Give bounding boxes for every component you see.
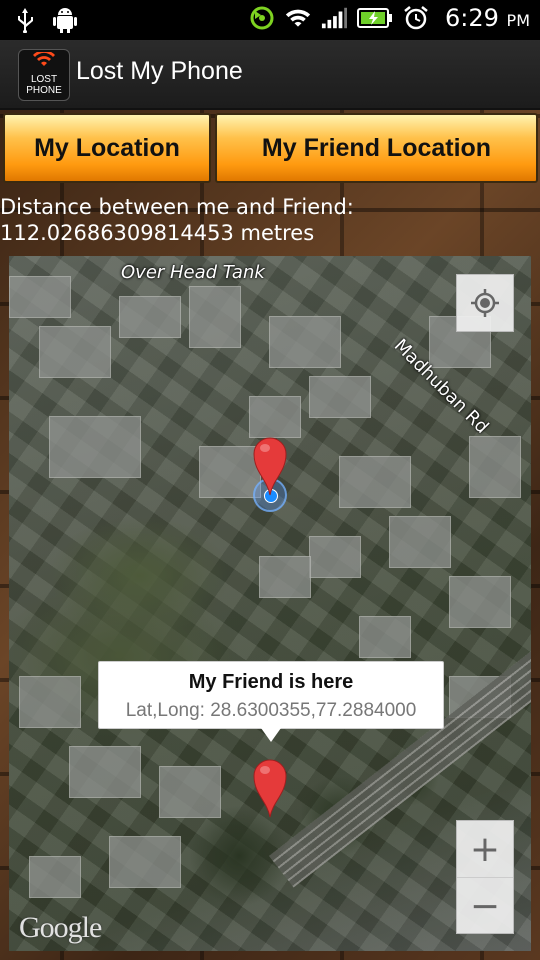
zoom-controls: + − bbox=[456, 820, 514, 934]
building bbox=[309, 376, 371, 418]
signal-icon bbox=[321, 4, 347, 32]
building bbox=[259, 556, 311, 598]
building bbox=[109, 836, 181, 888]
building bbox=[159, 766, 221, 818]
distance-label: Distance between me and Friend: bbox=[0, 195, 354, 219]
action-bar: LOST PHONE Lost My Phone bbox=[0, 40, 540, 110]
distance-value: 112.02686309814453 metres bbox=[0, 221, 315, 245]
building bbox=[449, 576, 511, 628]
logo-text-line1: LOST bbox=[30, 74, 58, 85]
building bbox=[269, 316, 341, 368]
app-logo: LOST PHONE bbox=[18, 49, 70, 101]
info-window-subtitle: Lat,Long: 28.6300355,77.2884000 bbox=[125, 700, 417, 721]
wifi-icon bbox=[285, 4, 311, 32]
distance-text: Distance between me and Friend: 112.0268… bbox=[0, 194, 354, 246]
building bbox=[469, 436, 521, 498]
zoom-in-button[interactable]: + bbox=[457, 821, 513, 877]
wifi-icon bbox=[33, 52, 55, 66]
my-location-crosshair-button[interactable] bbox=[456, 274, 514, 332]
my-location-button[interactable]: My Location bbox=[3, 113, 211, 183]
my-location-marker-icon[interactable] bbox=[252, 434, 288, 496]
alarm-icon bbox=[403, 4, 429, 32]
content-area: My Location My Friend Location Distance … bbox=[0, 110, 540, 960]
building bbox=[119, 296, 181, 338]
building bbox=[29, 856, 81, 898]
building bbox=[69, 746, 141, 798]
building bbox=[249, 396, 301, 438]
battery-charging-icon bbox=[357, 4, 393, 32]
building bbox=[359, 616, 411, 658]
building bbox=[49, 416, 141, 478]
status-bar: 6:29 PM bbox=[0, 0, 540, 40]
friend-location-button[interactable]: My Friend Location bbox=[215, 113, 538, 183]
building bbox=[309, 536, 361, 578]
building bbox=[189, 286, 241, 348]
app-title: Lost My Phone bbox=[76, 57, 243, 85]
building bbox=[39, 326, 111, 378]
building bbox=[9, 276, 71, 318]
building bbox=[389, 516, 451, 568]
logo-text-line2: PHONE bbox=[26, 85, 62, 96]
google-attribution: Google bbox=[19, 911, 102, 944]
building bbox=[19, 676, 81, 728]
info-window-title: My Friend is here bbox=[188, 671, 354, 693]
sync-icon bbox=[249, 4, 275, 32]
crosshair-icon bbox=[471, 289, 499, 317]
map-view[interactable]: Over Head Tank Madhuban Rd My Friend is … bbox=[9, 256, 531, 951]
zoom-out-button[interactable]: − bbox=[457, 877, 513, 934]
usb-icon bbox=[12, 6, 38, 34]
friend-marker-icon[interactable] bbox=[252, 756, 288, 818]
map-label-tank: Over Head Tank bbox=[121, 262, 265, 283]
building bbox=[339, 456, 411, 508]
clock: 6:29 PM bbox=[445, 4, 530, 32]
info-window[interactable]: My Friend is here Lat,Long: 28.6300355,7… bbox=[98, 661, 444, 742]
android-debug-icon bbox=[52, 6, 78, 34]
